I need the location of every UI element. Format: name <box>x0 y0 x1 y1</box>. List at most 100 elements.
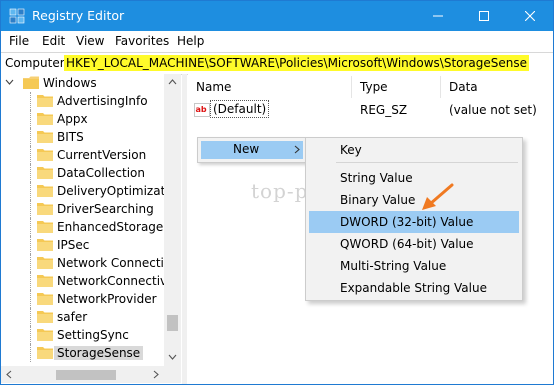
tree-item[interactable]: Appx <box>1 110 165 128</box>
folder-icon <box>37 95 53 107</box>
submenu-item-label: String Value <box>340 171 413 185</box>
tree-item[interactable]: Network Connections <box>1 254 180 272</box>
chevron-left-icon[interactable] <box>1 366 18 383</box>
submenu-item-label: Expandable String Value <box>340 281 487 295</box>
horizontal-scroll-thumb[interactable] <box>56 370 116 380</box>
window-title: Registry Editor <box>32 8 125 23</box>
context-menu-new[interactable]: New <box>201 141 303 159</box>
folder-open-icon <box>23 76 39 89</box>
chevron-down-icon <box>168 354 177 360</box>
title-bar[interactable]: Registry Editor <box>1 1 553 31</box>
tree-item-label: Appx <box>57 112 88 126</box>
tree-item[interactable]: DataCollection <box>1 164 165 182</box>
tree-horizontal-scrollbar[interactable] <box>1 366 181 383</box>
submenu-dword-value[interactable]: DWORD (32-bit) Value <box>309 211 519 233</box>
tree-item[interactable]: AdvertisingInfo <box>1 92 165 110</box>
tree-item-label: NetworkConnectivityStatusIndicator <box>57 274 180 288</box>
tree-item[interactable]: NetworkProvider <box>1 290 165 308</box>
chevron-right-icon[interactable] <box>147 366 164 383</box>
folder-icon <box>37 257 53 269</box>
folder-icon <box>37 113 53 125</box>
tree-connector-line <box>30 326 32 344</box>
scroll-up-button[interactable] <box>164 74 181 91</box>
minimize-button[interactable] <box>415 1 461 31</box>
tree-connector-line <box>30 146 32 164</box>
value-type: REG_SZ <box>360 103 408 117</box>
folder-icon <box>37 149 53 161</box>
submenu-item-label: QWORD (64-bit) Value <box>340 237 474 251</box>
chevron-right-icon <box>294 145 300 154</box>
tree-connector-line <box>30 308 32 326</box>
tree-item-label: safer <box>57 310 88 324</box>
folder-icon <box>37 293 53 305</box>
menu-view[interactable]: View <box>76 34 104 48</box>
tree-item-label: BITS <box>57 130 84 144</box>
folder-icon <box>37 203 53 215</box>
tree-item[interactable]: NetworkConnectivityStatusIndicator <box>1 272 180 290</box>
menu-file[interactable]: File <box>9 34 29 48</box>
maximize-button[interactable] <box>461 1 507 31</box>
scroll-thumb[interactable] <box>167 315 178 331</box>
new-label: New <box>233 142 260 156</box>
tree-item[interactable]: StorageSense <box>1 344 165 362</box>
tree-connector-line <box>30 218 32 236</box>
menu-favorites[interactable]: Favorites <box>115 34 169 48</box>
tree-item[interactable]: DeliveryOptimization <box>1 182 180 200</box>
submenu-multi-string-value[interactable]: Multi-String Value <box>309 255 519 277</box>
tree-connector-line <box>30 128 32 146</box>
pane-splitter[interactable] <box>182 74 187 384</box>
svg-text:ab: ab <box>196 105 207 114</box>
tree-item-label: SettingSync <box>57 328 129 342</box>
address-prefix: Computer\ <box>5 56 69 70</box>
tree-item[interactable]: CurrentVersion <box>1 146 165 164</box>
key-tree-pane: Windows AdvertisingInfo Appx BITS CurrentVe… <box>1 74 180 384</box>
tree-item-label: CurrentVersion <box>57 148 147 162</box>
column-divider[interactable] <box>351 76 352 98</box>
tree-item[interactable]: BITS <box>1 128 165 146</box>
column-header-data[interactable]: Data <box>449 80 478 94</box>
menu-edit[interactable]: Edit <box>42 34 65 48</box>
menu-separator <box>336 162 518 163</box>
tree-item[interactable]: EnhancedStorageDevices <box>1 218 180 236</box>
submenu-item-label: Multi-String Value <box>340 259 447 273</box>
tree-vertical-scrollbar[interactable] <box>164 74 181 366</box>
tree-connector-line <box>30 92 32 110</box>
close-button[interactable] <box>507 1 553 31</box>
tree-item-windows[interactable]: Windows <box>1 74 165 92</box>
tree-item-label: StorageSense <box>54 346 144 360</box>
tree-connector-line <box>30 200 32 218</box>
tree-connector-line <box>30 344 32 362</box>
address-path[interactable]: HKEY_LOCAL_MACHINE\SOFTWARE\Policies\Mic… <box>64 55 530 71</box>
tree-item-label: AdvertisingInfo <box>57 94 148 108</box>
column-header-type[interactable]: Type <box>360 80 388 94</box>
tree-connector-line <box>30 290 32 308</box>
submenu-expandable-string-value[interactable]: Expandable String Value <box>309 277 519 299</box>
value-name-default[interactable]: (Default) <box>210 100 270 118</box>
submenu-qword-value[interactable]: QWORD (64-bit) Value <box>309 233 519 255</box>
tree-item[interactable]: safer <box>1 308 165 326</box>
submenu-item-label: Binary Value <box>340 193 416 207</box>
registry-editor-icon <box>9 8 25 24</box>
new-submenu: Key String Value Binary Value DWORD (32-… <box>305 137 523 301</box>
tree-connector-line <box>30 110 32 128</box>
column-divider[interactable] <box>440 76 441 98</box>
submenu-string-value[interactable]: String Value <box>309 167 519 189</box>
tree-item[interactable]: IPSec <box>1 236 165 254</box>
tree-item-label: Windows <box>43 76 97 90</box>
scroll-down-button[interactable] <box>164 349 181 366</box>
folder-icon <box>37 347 53 359</box>
submenu-key[interactable]: Key <box>309 139 519 161</box>
tree-item-label: DriverSearching <box>57 202 154 216</box>
tree-connector-line <box>30 272 32 290</box>
tree-connector-line <box>30 236 32 254</box>
address-bar[interactable]: Computer\ HKEY_LOCAL_MACHINE\SOFTWARE\Po… <box>1 52 553 75</box>
tree-item[interactable]: SettingSync <box>1 326 165 344</box>
menu-help[interactable]: Help <box>177 34 204 48</box>
tree-item[interactable]: DriverSearching <box>1 200 165 218</box>
folder-icon <box>37 329 53 341</box>
chevron-down-icon[interactable] <box>5 79 14 87</box>
column-header-name[interactable]: Name <box>196 80 231 94</box>
ab-string-icon: ab <box>194 103 210 117</box>
maximize-icon <box>479 11 489 21</box>
submenu-binary-value[interactable]: Binary Value <box>309 189 519 211</box>
